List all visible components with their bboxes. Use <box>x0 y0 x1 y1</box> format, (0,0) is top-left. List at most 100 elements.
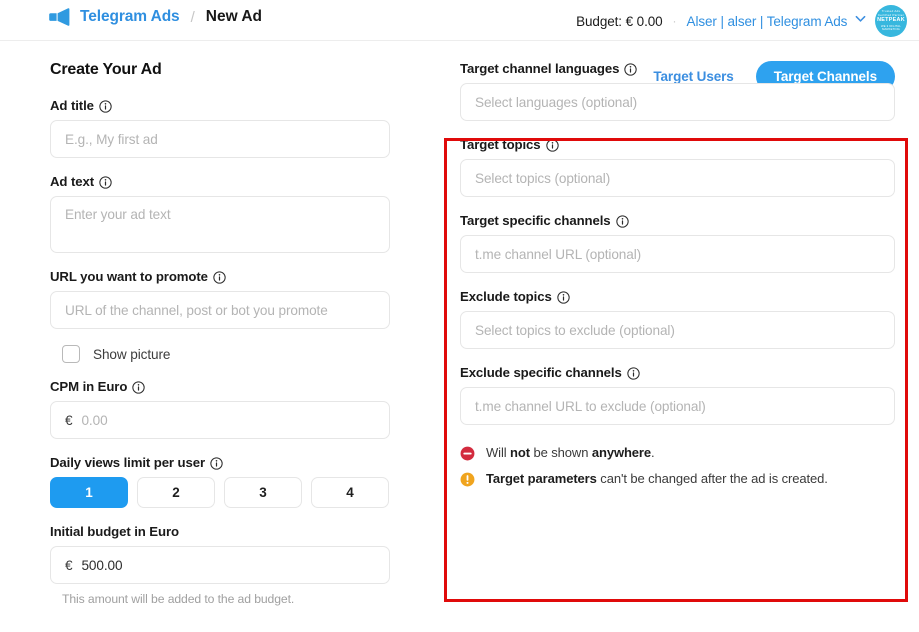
note-visibility-pre: Will <box>486 445 511 460</box>
note-target-parameters-bold: Target parameters <box>486 471 597 487</box>
daily-views-option-2[interactable]: 2 <box>137 477 215 508</box>
field-cpm: CPM in Euro € 0.00 <box>50 379 390 439</box>
show-picture-label: Show picture <box>93 346 171 362</box>
label-exclude-topics-text: Exclude topics <box>460 289 552 304</box>
label-initial-budget-text: Initial budget in Euro <box>50 524 179 539</box>
info-icon[interactable] <box>627 367 640 380</box>
label-ad-title: Ad title <box>50 98 390 113</box>
ad-title-placeholder: E.g., My first ad <box>65 131 158 147</box>
top-header-bar: Telegram Ads / New Ad Budget: € 0.00 · A… <box>0 0 919 41</box>
info-icon[interactable] <box>545 139 559 152</box>
note-visibility-text: Will not be shown anywhere. <box>486 445 655 461</box>
target-specific-channels-placeholder: t.me channel URL (optional) <box>475 246 642 262</box>
label-target-specific-channels: Target specific channels <box>460 213 895 228</box>
cpm-input[interactable]: € 0.00 <box>50 401 390 439</box>
target-languages-input[interactable]: Select languages (optional) <box>460 83 895 121</box>
initial-budget-input[interactable]: € 500.00 <box>50 546 390 584</box>
target-languages-placeholder: Select languages (optional) <box>475 94 638 110</box>
label-target-languages-text: Target channel languages <box>460 61 620 76</box>
label-exclude-specific-channels-text: Exclude specific channels <box>460 365 622 380</box>
field-exclude-topics: Exclude topics Select topics to exclude … <box>460 289 895 349</box>
field-initial-budget: Initial budget in Euro € 500.00 This amo… <box>50 524 390 606</box>
target-notes: Will not be shown anywhere. Target param… <box>460 445 895 488</box>
label-promote-url: URL you want to promote <box>50 269 390 284</box>
avatar-brand-text: NETPEAK <box>877 17 905 24</box>
label-ad-title-text: Ad title <box>50 98 94 113</box>
cpm-placeholder: 0.00 <box>81 412 108 428</box>
initial-budget-currency-symbol: € <box>65 557 73 573</box>
label-ad-text: Ad text <box>50 174 390 189</box>
note-target-parameters-text: Target parameters can't be changed after… <box>486 471 828 487</box>
info-icon[interactable] <box>213 271 226 284</box>
chevron-down-icon <box>855 12 866 23</box>
field-ad-text: Ad text Enter your ad text <box>50 174 390 253</box>
ad-title-input[interactable]: E.g., My first ad <box>50 120 390 158</box>
label-target-specific-channels-text: Target specific channels <box>460 213 611 228</box>
daily-views-option-1[interactable]: 1 <box>50 477 128 508</box>
info-icon[interactable] <box>615 215 629 228</box>
header-account-area: Budget: € 0.00 · Alser | alser | Telegra… <box>576 4 907 38</box>
target-channels-form: Target channel languages Select language… <box>460 61 895 498</box>
field-target-languages: Target channel languages Select language… <box>460 61 895 121</box>
info-icon[interactable] <box>557 291 570 304</box>
label-target-topics: Target topics <box>460 137 895 152</box>
label-exclude-specific-channels: Exclude specific channels <box>460 365 895 380</box>
field-ad-title: Ad title E.g., My first ad <box>50 98 390 158</box>
info-icon[interactable] <box>132 381 145 394</box>
field-promote-url: URL you want to promote URL of the chann… <box>50 269 390 329</box>
daily-views-option-4[interactable]: 4 <box>311 477 389 508</box>
account-switcher[interactable]: Alser | alser | Telegram Ads <box>687 14 866 29</box>
label-ad-text-text: Ad text <box>50 174 94 189</box>
label-promote-url-text: URL you want to promote <box>50 269 208 284</box>
note-visibility-post: . <box>651 445 655 460</box>
label-target-languages: Target channel languages <box>460 61 895 76</box>
note-target-parameters: Target parameters can't be changed after… <box>460 471 895 487</box>
promote-url-input[interactable]: URL of the channel, post or bot you prom… <box>50 291 390 329</box>
info-icon[interactable] <box>99 100 112 113</box>
initial-budget-value: 500.00 <box>81 557 123 573</box>
field-daily-views-limit: Daily views limit per user 1 2 3 4 <box>50 455 390 508</box>
promote-url-placeholder: URL of the channel, post or bot you prom… <box>65 302 328 318</box>
target-topics-placeholder: Select topics (optional) <box>475 170 611 186</box>
avatar-top-text: Trusted Ads Certified Partner <box>877 9 905 17</box>
page-title: Create Your Ad <box>50 61 162 78</box>
info-icon[interactable] <box>99 176 112 189</box>
ad-text-input[interactable]: Enter your ad text <box>50 196 390 253</box>
note-target-parameters-post: can't be changed after the ad is created… <box>596 471 828 487</box>
target-specific-channels-input[interactable]: t.me channel URL (optional) <box>460 235 895 273</box>
megaphone-icon <box>49 8 71 26</box>
breadcrumb-current-page: New Ad <box>205 8 263 25</box>
label-daily-views: Daily views limit per user <box>50 455 390 470</box>
account-name: Alser | alser | Telegram Ads <box>686 13 848 29</box>
daily-views-option-3[interactable]: 3 <box>224 477 302 508</box>
budget-label: Budget: € 0.00 <box>576 13 663 29</box>
page-body: Target Users Target Channels Create Your… <box>0 41 919 632</box>
exclamation-circle-icon <box>460 472 475 487</box>
label-cpm: CPM in Euro <box>50 379 390 394</box>
show-picture-row[interactable]: Show picture <box>62 345 390 363</box>
show-picture-checkbox[interactable] <box>62 345 80 363</box>
avatar-sub-text: WE 3 DIGITAL MARKETING <box>881 24 901 32</box>
field-target-topics: Target topics Select topics (optional) <box>460 137 895 197</box>
note-visibility-mid: be shown <box>529 445 592 460</box>
label-initial-budget: Initial budget in Euro <box>50 524 390 539</box>
info-icon[interactable] <box>210 457 223 470</box>
label-exclude-topics: Exclude topics <box>460 289 895 304</box>
info-icon[interactable] <box>624 63 637 76</box>
create-ad-form: Create Your Ad Ad title E.g., My first a… <box>50 61 390 622</box>
minus-circle-icon <box>460 446 475 461</box>
ad-text-placeholder: Enter your ad text <box>65 207 171 222</box>
breadcrumb-brand-link[interactable]: Telegram Ads <box>80 8 180 26</box>
breadcrumb: Telegram Ads / New Ad <box>49 8 262 26</box>
exclude-specific-channels-input[interactable]: t.me channel URL to exclude (optional) <box>460 387 895 425</box>
note-visibility-bold-anywhere: anywhere <box>591 445 652 460</box>
header-dot-separator: · <box>672 14 677 28</box>
exclude-topics-input[interactable]: Select topics to exclude (optional) <box>460 311 895 349</box>
breadcrumb-separator: / <box>190 8 195 26</box>
target-topics-input[interactable]: Select topics (optional) <box>460 159 895 197</box>
avatar-logo-text: Trusted Ads Certified Partner NETPEAK WE… <box>875 9 907 32</box>
label-daily-views-text: Daily views limit per user <box>50 455 205 470</box>
cpm-currency-symbol: € <box>65 412 73 428</box>
avatar[interactable]: Trusted Ads Certified Partner NETPEAK WE… <box>875 5 907 37</box>
daily-views-segmented-control: 1 2 3 4 <box>50 477 390 508</box>
